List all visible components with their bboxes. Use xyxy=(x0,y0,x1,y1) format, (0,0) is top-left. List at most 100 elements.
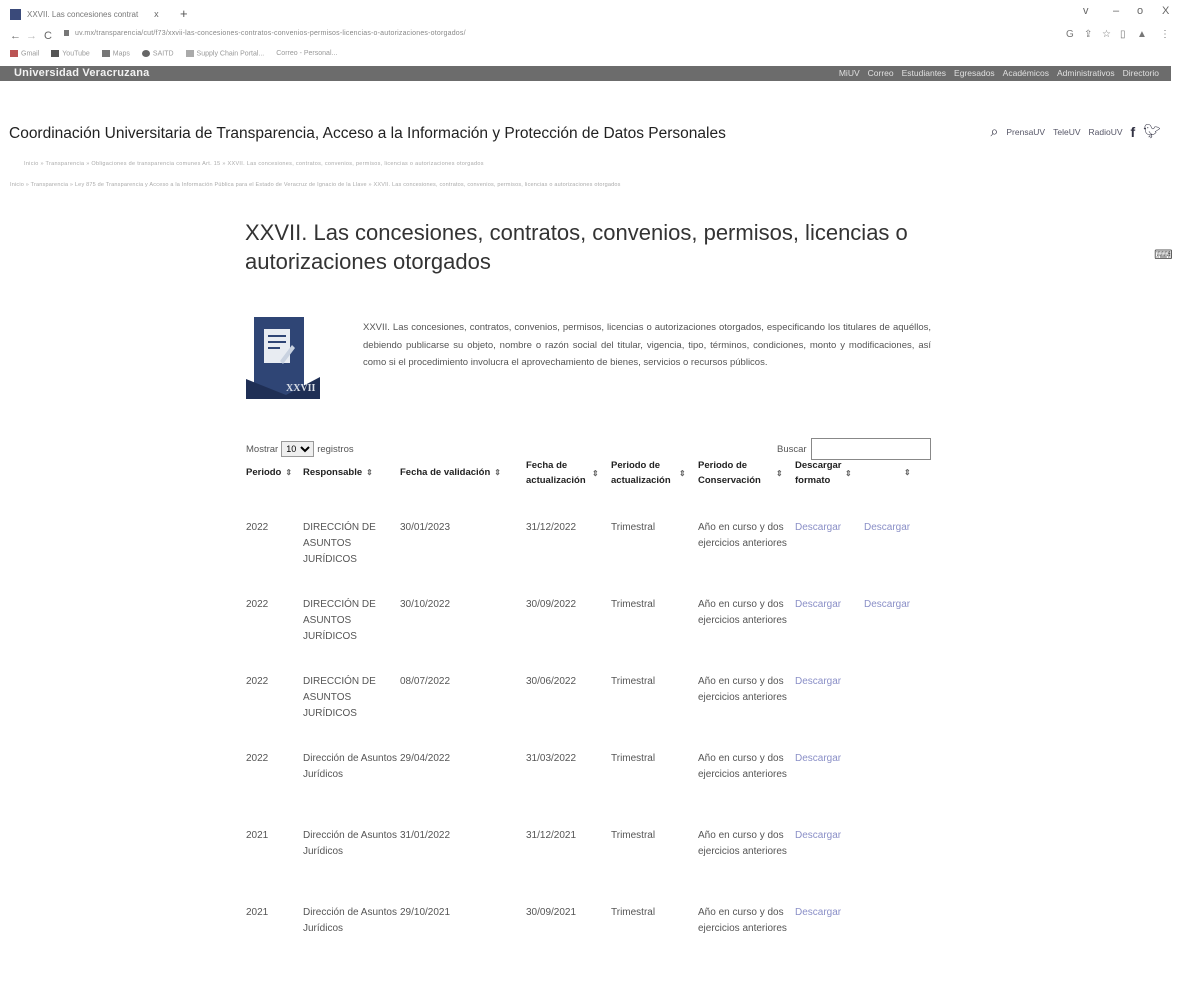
address-bar[interactable]: uv.mx/transparencia/cut/f73/xxvii-las-co… xyxy=(64,30,466,37)
uv-brand[interactable]: Universidad Veracruzana xyxy=(14,67,149,79)
download-link-secondary[interactable] xyxy=(864,751,924,828)
download-link[interactable]: Descargar xyxy=(795,597,864,674)
youtube-icon xyxy=(51,50,60,57)
sort-icon: ⇕ xyxy=(494,468,501,478)
col-header-responsable[interactable]: Responsable ⇕ xyxy=(303,448,400,498)
menu-dots-icon[interactable]: ⋮ xyxy=(1160,29,1170,40)
browser-tab-bar: XXVII. Las concesiones contrat x + v – o… xyxy=(0,0,1179,26)
bookmark-saitd[interactable]: SAITD xyxy=(141,50,174,57)
cell-periodo-actualizacion: Trimestral xyxy=(611,830,656,841)
link-prensauv[interactable]: PrensaUV xyxy=(1006,127,1045,137)
cell-periodo-conservacion: Año en curso y dos ejercicios anteriores xyxy=(698,753,787,780)
bookmark-supply-chain[interactable]: Supply Chain Portal... xyxy=(185,50,264,57)
cell-periodo-conservacion: Año en curso y dos ejercicios anteriores xyxy=(698,599,787,626)
bookmark-correo[interactable]: Correo - Personal... xyxy=(276,50,337,57)
data-table: Periodo ⇕ Responsable ⇕ Fecha de validació… xyxy=(246,448,924,982)
download-link[interactable]: Descargar xyxy=(795,674,864,751)
cell-fecha-actualizacion: 31/12/2022 xyxy=(526,522,577,533)
cell-responsable: Dirección de Asuntos Jurídicos xyxy=(303,753,397,780)
cell-periodo-actualizacion: Trimestral xyxy=(611,599,656,610)
uv-nav-egresados[interactable]: Egresados xyxy=(954,68,995,78)
col-header-descargar-formato[interactable]: Descargar formato⇕ xyxy=(795,448,864,498)
uv-nav-estudiantes[interactable]: Estudiantes xyxy=(902,68,946,78)
site-favicon-icon xyxy=(10,8,21,20)
cell-responsable: Dirección de Asuntos Jurídicos xyxy=(303,830,397,857)
download-link-secondary[interactable] xyxy=(864,905,924,982)
table-row: 2021 Dirección de Asuntos Jurídicos 31/0… xyxy=(246,828,924,905)
tab-close-icon[interactable]: x xyxy=(154,9,159,19)
cell-fecha-validacion: 29/04/2022 xyxy=(400,753,451,764)
profile-icon[interactable]: ▲ xyxy=(1137,29,1147,40)
bookmark-gmail[interactable]: Gmail xyxy=(10,50,39,57)
download-link-secondary[interactable] xyxy=(864,674,924,751)
search-icon[interactable]: ⌕ xyxy=(991,123,999,140)
twitter-icon[interactable]: 🐦︎ xyxy=(1143,123,1161,140)
share-icon[interactable]: ⇪ xyxy=(1084,29,1092,40)
cell-responsable: DIRECCIÓN DE ASUNTOS JURÍDICOS xyxy=(303,522,376,565)
bookmark-star-icon[interactable]: ☆ xyxy=(1102,29,1111,40)
cell-responsable: DIRECCIÓN DE ASUNTOS JURÍDICOS xyxy=(303,676,376,719)
cell-fecha-actualizacion: 30/06/2022 xyxy=(526,676,577,687)
tab-search-icon[interactable]: v xyxy=(1083,5,1089,17)
col-header-fecha-validacion[interactable]: Fecha de validación ⇕ xyxy=(400,448,526,498)
bookmark-youtube[interactable]: YouTube xyxy=(51,50,90,57)
window-close-button[interactable]: X xyxy=(1162,5,1169,17)
col-header-extra[interactable]: ⇕ xyxy=(864,448,924,498)
download-link[interactable]: Descargar xyxy=(795,828,864,905)
url-text: uv.mx/transparencia/cut/f73/xxvii-las-co… xyxy=(75,30,466,37)
download-link-secondary[interactable]: Descargar xyxy=(864,597,924,674)
cell-fecha-validacion: 31/01/2022 xyxy=(400,830,451,841)
cell-periodo-conservacion: Año en curso y dos ejercicios anteriores xyxy=(698,830,787,857)
supply-chain-icon xyxy=(185,50,194,57)
sidepanel-icon[interactable]: ▯ xyxy=(1120,29,1126,40)
cell-periodo: 2022 xyxy=(246,753,269,764)
uv-nav-miuv[interactable]: MiUV xyxy=(839,68,860,78)
cell-periodo-actualizacion: Trimestral xyxy=(611,907,656,918)
download-link-secondary[interactable] xyxy=(864,828,924,905)
saitd-icon xyxy=(141,50,150,57)
maximize-button[interactable]: o xyxy=(1137,5,1143,17)
table-row: 2022 DIRECCIÓN DE ASUNTOS JURÍDICOS 08/0… xyxy=(246,674,924,751)
page-title: XXVII. Las concesiones, contratos, conve… xyxy=(245,220,908,274)
lock-icon xyxy=(64,30,69,37)
download-link[interactable]: Descargar xyxy=(795,498,864,597)
download-link-secondary[interactable]: Descargar xyxy=(864,498,924,597)
table-row: 2021 Dirección de Asuntos Jurídicos 29/1… xyxy=(246,905,924,982)
cell-fecha-validacion: 30/01/2023 xyxy=(400,522,451,533)
uv-nav-academicos[interactable]: Académicos xyxy=(1003,68,1049,78)
header-links: ⌕ PrensaUV TeleUV RadioUV f 🐦︎ xyxy=(991,123,1161,140)
uv-nav-administrativos[interactable]: Administrativos xyxy=(1057,68,1115,78)
cell-periodo-actualizacion: Trimestral xyxy=(611,676,656,687)
breadcrumb[interactable]: Inicio » Transparencia » Obligaciones de… xyxy=(24,161,484,167)
link-radiouv[interactable]: RadioUV xyxy=(1089,127,1123,137)
site-title[interactable]: Coordinación Universitaria de Transparen… xyxy=(9,125,726,143)
download-link[interactable]: Descargar xyxy=(795,905,864,982)
col-header-fecha-actualizacion[interactable]: Fecha de actualización⇕ xyxy=(526,448,611,498)
forward-arrow-icon[interactable]: → xyxy=(26,30,37,42)
google-icon[interactable]: G xyxy=(1066,29,1074,40)
cell-responsable: DIRECCIÓN DE ASUNTOS JURÍDICOS xyxy=(303,599,376,642)
facebook-icon[interactable]: f xyxy=(1131,124,1136,140)
col-header-periodo-actualizacion[interactable]: Periodo de actualización⇕ xyxy=(611,448,698,498)
table-header-row: Periodo ⇕ Responsable ⇕ Fecha de validació… xyxy=(246,448,924,498)
cell-periodo: 2022 xyxy=(246,522,269,533)
uv-nav-correo[interactable]: Correo xyxy=(868,68,894,78)
col-header-periodo-conservacion[interactable]: Periodo de Conservación⇕ xyxy=(698,448,795,498)
cell-periodo-conservacion: Año en curso y dos ejercicios anteriores xyxy=(698,522,787,549)
cell-periodo: 2021 xyxy=(246,830,269,841)
uv-nav-directorio[interactable]: Directorio xyxy=(1123,68,1159,78)
link-teleuv[interactable]: TeleUV xyxy=(1053,127,1080,137)
cell-fecha-actualizacion: 31/03/2022 xyxy=(526,753,577,764)
back-arrow-icon[interactable]: ← xyxy=(10,30,21,42)
breadcrumb-secondary[interactable]: Inicio » Transparencia » Ley 875 de Tran… xyxy=(10,182,621,188)
download-link[interactable]: Descargar xyxy=(795,751,864,828)
col-header-periodo[interactable]: Periodo ⇕ xyxy=(246,448,303,498)
new-tab-button[interactable]: + xyxy=(180,6,188,21)
reload-icon[interactable]: C xyxy=(44,30,52,42)
uv-top-bar: Universidad Veracruzana MiUV Correo Estu… xyxy=(0,66,1171,81)
browser-tab[interactable]: XXVII. Las concesiones contrat x xyxy=(10,4,159,24)
svg-text:XXVII: XXVII xyxy=(286,383,316,394)
assistant-icon[interactable]: ⌨ xyxy=(1154,247,1173,263)
minimize-button[interactable]: – xyxy=(1113,5,1119,17)
bookmark-maps[interactable]: Maps xyxy=(101,50,130,57)
